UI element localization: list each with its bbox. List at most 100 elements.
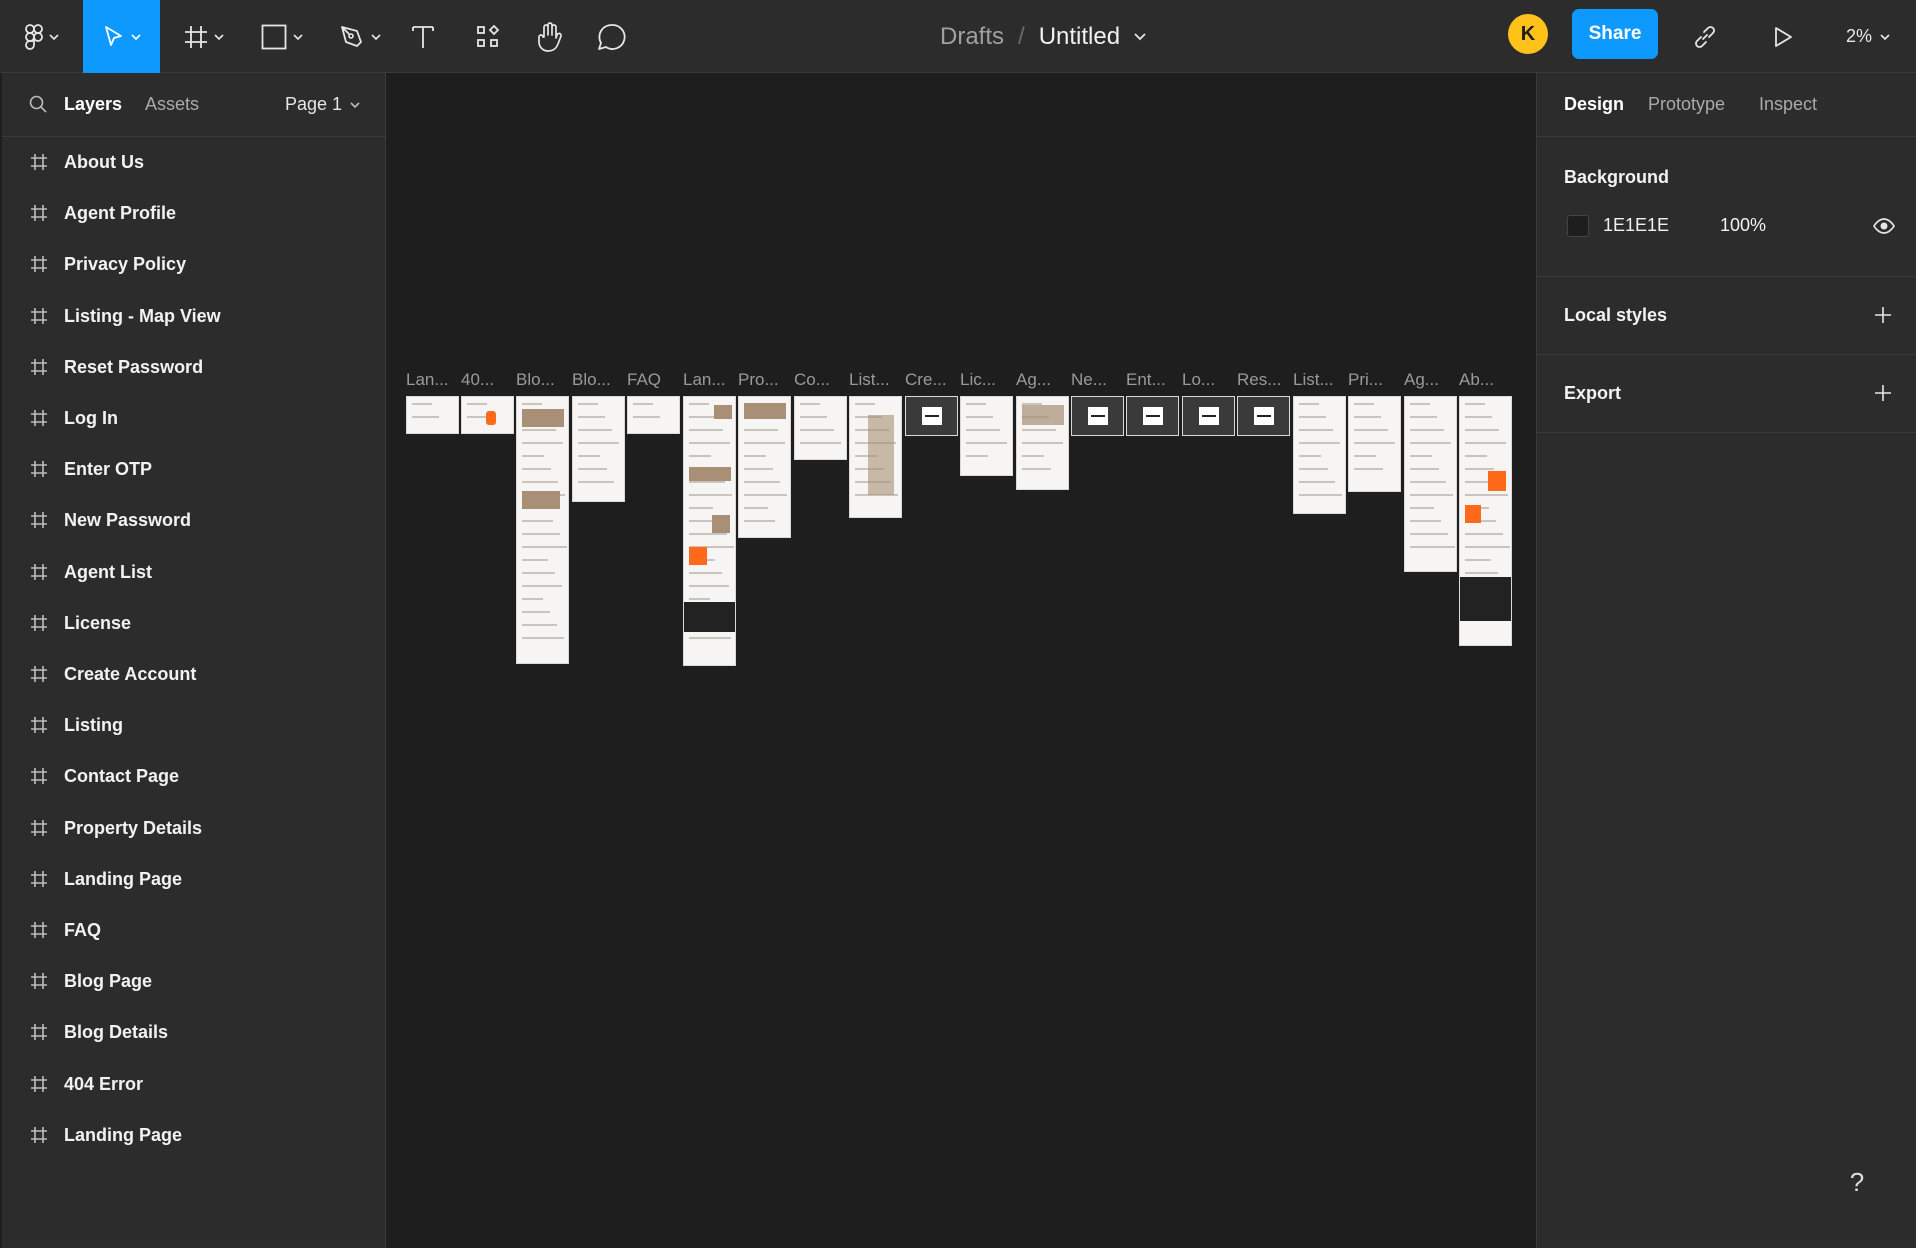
- layer-item[interactable]: Privacy Policy: [2, 239, 386, 290]
- layer-item[interactable]: Landing Page: [2, 1110, 386, 1161]
- frame-thumbnail[interactable]: [1293, 396, 1346, 514]
- shape-tool-button[interactable]: [254, 0, 310, 73]
- frame-label[interactable]: Ag...: [1404, 370, 1458, 390]
- layer-label: Listing - Map View: [64, 305, 221, 326]
- comment-tool-button[interactable]: [592, 0, 632, 73]
- tab-inspect[interactable]: Inspect: [1759, 94, 1817, 115]
- frame-thumbnail[interactable]: [572, 396, 625, 502]
- frame-thumbnail[interactable]: [1459, 396, 1512, 646]
- layer-item[interactable]: 404 Error: [2, 1059, 386, 1110]
- background-title: Background: [1564, 167, 1670, 187]
- layer-item[interactable]: Contact Page: [2, 751, 386, 802]
- frame-label[interactable]: 40...: [461, 370, 515, 390]
- layer-item[interactable]: Reset Password: [2, 342, 386, 393]
- plus-icon[interactable]: [1873, 305, 1893, 325]
- search-icon[interactable]: [29, 95, 47, 113]
- frame-label[interactable]: List...: [849, 370, 903, 390]
- hand-tool-button[interactable]: [530, 0, 570, 73]
- layer-item[interactable]: Agent Profile: [2, 188, 386, 239]
- frame-thumbnail[interactable]: [1071, 396, 1124, 436]
- layer-item[interactable]: License: [2, 598, 386, 649]
- plus-icon[interactable]: [1873, 383, 1893, 403]
- layer-item[interactable]: Blog Details: [2, 1007, 386, 1058]
- frame-thumbnail[interactable]: [406, 396, 459, 434]
- frame-icon: [31, 205, 47, 222]
- frame-label[interactable]: Pro...: [738, 370, 792, 390]
- frame-label[interactable]: Ab...: [1459, 370, 1513, 390]
- frame-thumbnail[interactable]: [905, 396, 958, 436]
- frame-thumbnail[interactable]: [738, 396, 791, 538]
- layer-item[interactable]: FAQ: [2, 905, 386, 956]
- frame-label[interactable]: Blo...: [516, 370, 570, 390]
- frame-label[interactable]: Pri...: [1348, 370, 1402, 390]
- frame-icon: [31, 922, 47, 938]
- layer-item[interactable]: Log In: [2, 393, 386, 444]
- frame-thumbnail[interactable]: [960, 396, 1013, 476]
- frame-label[interactable]: Cre...: [905, 370, 959, 390]
- canvas[interactable]: Lan... 40... Blo... Blo... FAQ Lan... Pro... Co…: [386, 73, 1536, 1248]
- layer-item[interactable]: Enter OTP: [2, 444, 386, 495]
- background-color-swatch[interactable]: [1567, 215, 1589, 237]
- layer-item[interactable]: Create Account: [2, 649, 386, 700]
- layer-item[interactable]: Listing: [2, 700, 386, 751]
- frame-thumbnail[interactable]: [1016, 396, 1069, 490]
- frame-label[interactable]: FAQ: [627, 370, 681, 390]
- eye-icon[interactable]: [1873, 215, 1895, 237]
- main-menu-button[interactable]: [14, 0, 70, 73]
- tab-assets[interactable]: Assets: [145, 94, 199, 115]
- frame-thumbnail[interactable]: [461, 396, 514, 434]
- frame-thumbnail[interactable]: [1404, 396, 1457, 572]
- frame-label[interactable]: Ent...: [1126, 370, 1180, 390]
- frame-label[interactable]: Blo...: [572, 370, 626, 390]
- frame-label[interactable]: Ag...: [1016, 370, 1070, 390]
- frame-thumbnail[interactable]: [1237, 396, 1290, 436]
- frame-label[interactable]: Ne...: [1071, 370, 1125, 390]
- frame-thumbnail[interactable]: [516, 396, 569, 664]
- layer-item[interactable]: Blog Page: [2, 956, 386, 1007]
- frame-thumbnail[interactable]: [794, 396, 847, 460]
- frame-thumbnail[interactable]: [627, 396, 680, 434]
- layer-item[interactable]: About Us: [2, 137, 386, 188]
- present-button[interactable]: [1768, 0, 1798, 73]
- chevron-down-icon[interactable]: [1134, 32, 1146, 41]
- layer-item[interactable]: New Password: [2, 495, 386, 546]
- file-name[interactable]: Untitled: [1039, 23, 1120, 51]
- frame-label[interactable]: Lo...: [1182, 370, 1236, 390]
- frame-label[interactable]: Res...: [1237, 370, 1291, 390]
- layer-item[interactable]: Listing - Map View: [2, 291, 386, 342]
- tab-design[interactable]: Design: [1564, 94, 1624, 115]
- frame-thumbnail[interactable]: [1182, 396, 1235, 436]
- tab-prototype[interactable]: Prototype: [1648, 94, 1725, 115]
- frame-label[interactable]: List...: [1293, 370, 1347, 390]
- tab-layers[interactable]: Layers: [64, 94, 122, 115]
- layer-item[interactable]: Agent List: [2, 547, 386, 598]
- frame-thumbnail[interactable]: [1348, 396, 1401, 492]
- layer-label: New Password: [64, 510, 192, 531]
- page-selector[interactable]: Page 1: [285, 94, 360, 115]
- left-panel-tabs: Layers Assets Page 1: [2, 73, 386, 137]
- background-hex-input[interactable]: 1E1E1E: [1603, 215, 1669, 236]
- breadcrumb-drafts[interactable]: Drafts: [940, 23, 1004, 51]
- resources-button[interactable]: [470, 0, 506, 73]
- page-name: Page 1: [285, 94, 343, 114]
- frame-thumbnail[interactable]: [683, 396, 736, 666]
- frame-icon: [31, 1024, 47, 1041]
- frame-thumbnail[interactable]: [1126, 396, 1179, 436]
- avatar[interactable]: K: [1508, 14, 1548, 54]
- frame-label[interactable]: Lan...: [406, 370, 460, 390]
- share-button[interactable]: Share: [1572, 9, 1658, 59]
- text-tool-button[interactable]: [405, 0, 441, 73]
- frame-tool-button[interactable]: [176, 0, 232, 73]
- layer-item[interactable]: Property Details: [2, 803, 386, 854]
- frame-label[interactable]: Lan...: [683, 370, 737, 390]
- frame-thumbnail[interactable]: [849, 396, 902, 518]
- copy-link-button[interactable]: [1688, 0, 1722, 73]
- layer-item[interactable]: Landing Page: [2, 854, 386, 905]
- frame-label[interactable]: Lic...: [960, 370, 1014, 390]
- help-button[interactable]: ?: [1828, 1153, 1886, 1211]
- frame-label[interactable]: Co...: [794, 370, 848, 390]
- pen-tool-button[interactable]: [332, 0, 388, 73]
- background-opacity-input[interactable]: 100%: [1720, 215, 1766, 236]
- move-tool-button[interactable]: [83, 0, 160, 73]
- zoom-control[interactable]: 2%: [1846, 0, 1890, 73]
